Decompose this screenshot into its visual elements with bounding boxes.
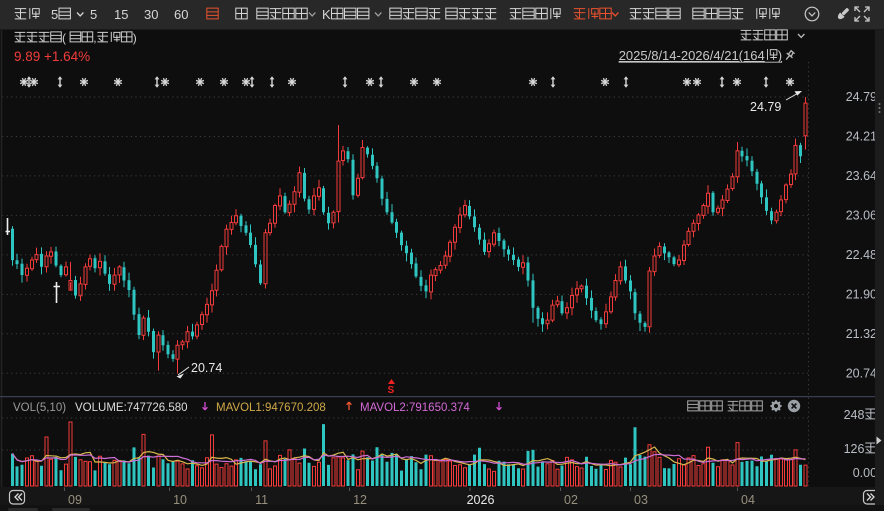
svg-text:20.74: 20.74 xyxy=(191,361,222,375)
svg-text:11: 11 xyxy=(255,493,268,507)
svg-text:23.06: 23.06 xyxy=(846,209,877,223)
svg-text:VOL(5,10): VOL(5,10) xyxy=(13,402,66,414)
svg-text:MAVOL2:791650.374: MAVOL2:791650.374 xyxy=(360,402,470,414)
svg-text:(: ( xyxy=(62,31,66,45)
svg-text:5: 5 xyxy=(90,7,97,22)
svg-text:09: 09 xyxy=(68,493,82,507)
svg-text:): ) xyxy=(778,48,782,63)
svg-text:126: 126 xyxy=(844,442,865,456)
svg-text:MAVOL1:947670.208: MAVOL1:947670.208 xyxy=(216,402,326,414)
svg-text:23.64: 23.64 xyxy=(846,169,877,183)
svg-text:12: 12 xyxy=(353,493,367,507)
svg-text:04: 04 xyxy=(741,493,755,507)
svg-text:24.79: 24.79 xyxy=(846,90,877,104)
svg-text:21.90: 21.90 xyxy=(846,288,877,302)
svg-text:24.21: 24.21 xyxy=(846,130,877,144)
svg-text:248: 248 xyxy=(844,408,865,422)
svg-text:S: S xyxy=(388,385,395,396)
svg-text:21.32: 21.32 xyxy=(846,327,877,341)
svg-text:22.48: 22.48 xyxy=(846,248,877,262)
svg-text:20.74: 20.74 xyxy=(846,367,877,381)
svg-text:K: K xyxy=(322,7,331,22)
svg-text:5: 5 xyxy=(51,7,58,22)
svg-text:15: 15 xyxy=(114,7,128,22)
svg-text:02: 02 xyxy=(564,493,578,507)
svg-text:10: 10 xyxy=(173,493,187,507)
svg-text:03: 03 xyxy=(634,493,648,507)
svg-text:60: 60 xyxy=(174,7,188,22)
svg-text:0.00: 0.00 xyxy=(853,466,877,480)
svg-text:,: , xyxy=(93,31,96,45)
svg-text:2025/8/14-2026/4/21(164: 2025/8/14-2026/4/21(164 xyxy=(619,48,765,63)
svg-text:): ) xyxy=(133,31,137,45)
svg-text:24.79: 24.79 xyxy=(750,100,781,114)
svg-text:2026: 2026 xyxy=(467,493,495,507)
svg-text:9.89 +1.64%: 9.89 +1.64% xyxy=(14,49,90,64)
svg-text:VOLUME:747726.580: VOLUME:747726.580 xyxy=(75,402,188,414)
svg-text:30: 30 xyxy=(144,7,158,22)
